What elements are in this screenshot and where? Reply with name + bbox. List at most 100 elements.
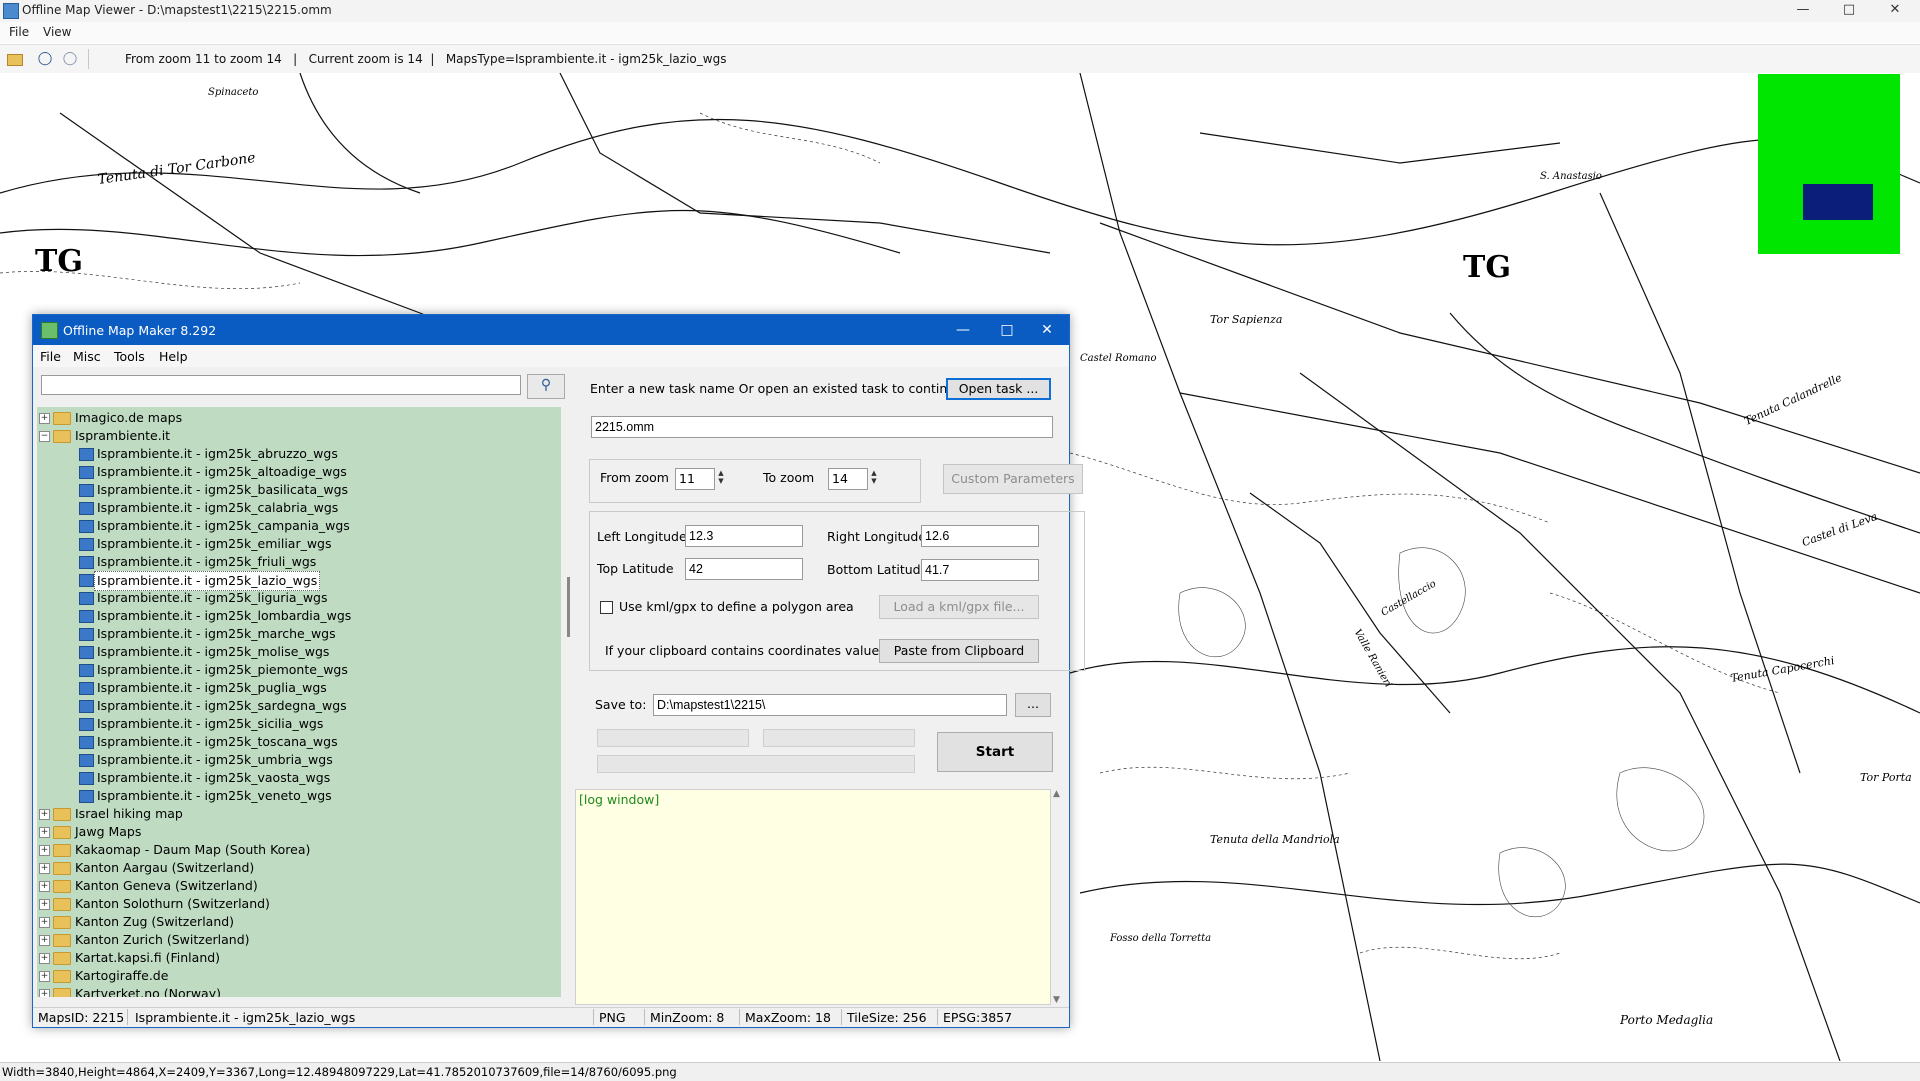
tree-folder[interactable]: + Israel hiking map bbox=[37, 805, 557, 823]
tree-map-item[interactable]: Isprambiente.it - igm25k_vaosta_wgs bbox=[37, 769, 557, 787]
tree-map-item[interactable]: Isprambiente.it - igm25k_lazio_wgs bbox=[37, 571, 557, 591]
maximize-icon[interactable]: □ bbox=[1826, 0, 1872, 22]
tree-folder[interactable]: + Kartverket.no (Norway) bbox=[37, 985, 557, 997]
menu-misc[interactable]: Misc bbox=[73, 349, 101, 364]
expand-icon[interactable]: + bbox=[39, 845, 50, 856]
expand-icon[interactable]: + bbox=[39, 863, 50, 874]
tree-map-item[interactable]: Isprambiente.it - igm25k_emiliar_wgs bbox=[37, 535, 557, 553]
tree-folder[interactable]: + Kartat.kapsi.fi (Finland) bbox=[37, 949, 557, 967]
tree-map-item[interactable]: Isprambiente.it - igm25k_basilicata_wgs bbox=[37, 481, 557, 499]
map-layer-icon bbox=[79, 628, 94, 641]
tree-map-item[interactable]: Isprambiente.it - igm25k_abruzzo_wgs bbox=[37, 445, 557, 463]
tree-map-item[interactable]: Isprambiente.it - igm25k_sicilia_wgs bbox=[37, 715, 557, 733]
tree-folder[interactable]: + Kanton Solothurn (Switzerland) bbox=[37, 895, 557, 913]
tree-map-item[interactable]: Isprambiente.it - igm25k_altoadige_wgs bbox=[37, 463, 557, 481]
status-maps-name: Isprambiente.it - igm25k_lazio_wgs bbox=[135, 1010, 356, 1025]
tree-folder[interactable]: + Kanton Geneva (Switzerland) bbox=[37, 877, 557, 895]
menu-file[interactable]: File bbox=[40, 349, 61, 364]
viewer-titlebar: Offline Map Viewer - D:\mapstest1\2215\2… bbox=[0, 0, 1920, 22]
dialog-titlebar[interactable]: Offline Map Maker 8.292 — □ ✕ bbox=[33, 315, 1069, 345]
tree-folder[interactable]: + Jawg Maps bbox=[37, 823, 557, 841]
expand-icon[interactable]: + bbox=[39, 809, 50, 820]
menu-tools[interactable]: Tools bbox=[114, 349, 145, 364]
tree-map-item[interactable]: Isprambiente.it - igm25k_lombardia_wgs bbox=[37, 607, 557, 625]
tree-item-label: Isprambiente.it - igm25k_emiliar_wgs bbox=[97, 536, 332, 551]
right-longitude-input[interactable] bbox=[921, 525, 1039, 547]
log-scrollbar[interactable]: ▲ ▼ bbox=[1051, 789, 1065, 1005]
tree-map-item[interactable]: Isprambiente.it - igm25k_piemonte_wgs bbox=[37, 661, 557, 679]
to-zoom-label: To zoom bbox=[763, 470, 815, 485]
close-icon[interactable]: ✕ bbox=[1872, 0, 1918, 22]
tree-folder[interactable]: + Kartogiraffe.de bbox=[37, 967, 557, 985]
tree-folder[interactable]: + Kanton Aargau (Switzerland) bbox=[37, 859, 557, 877]
save-path-input[interactable] bbox=[653, 694, 1007, 716]
use-kml-checkbox[interactable] bbox=[600, 601, 613, 614]
minimize-icon[interactable]: — bbox=[1780, 0, 1826, 22]
tree-map-item[interactable]: Isprambiente.it - igm25k_liguria_wgs bbox=[37, 589, 557, 607]
dialog-minimize-icon[interactable]: — bbox=[941, 315, 985, 345]
dialog-title: Offline Map Maker 8.292 bbox=[63, 323, 217, 338]
expand-icon[interactable]: + bbox=[39, 953, 50, 964]
collapse-icon[interactable]: − bbox=[39, 431, 50, 442]
tree-map-item[interactable]: Isprambiente.it - igm25k_umbria_wgs bbox=[37, 751, 557, 769]
tree-item-label: Isprambiente.it - igm25k_friuli_wgs bbox=[97, 554, 317, 569]
to-zoom-spinner[interactable]: 14 bbox=[828, 468, 868, 490]
search-button[interactable]: ⚲ bbox=[527, 374, 565, 399]
open-task-button[interactable]: Open task ... bbox=[946, 378, 1051, 400]
open-folder-icon[interactable] bbox=[5, 50, 23, 68]
tree-item-label: Isprambiente.it - igm25k_lazio_wgs bbox=[94, 571, 321, 591]
tree-folder[interactable]: − Isprambiente.it bbox=[37, 427, 557, 445]
tree-map-item[interactable]: Isprambiente.it - igm25k_veneto_wgs bbox=[37, 787, 557, 805]
expand-icon[interactable]: + bbox=[39, 881, 50, 892]
tree-scrollbar-thumb[interactable] bbox=[567, 577, 570, 637]
scroll-up-icon[interactable]: ▲ bbox=[1053, 789, 1060, 799]
tree-folder[interactable]: + Kanton Zurich (Switzerland) bbox=[37, 931, 557, 949]
tree-folder[interactable]: + Kanton Zug (Switzerland) bbox=[37, 913, 557, 931]
task-name-input[interactable] bbox=[591, 416, 1053, 438]
top-latitude-input[interactable] bbox=[685, 558, 803, 580]
tree-map-item[interactable]: Isprambiente.it - igm25k_calabria_wgs bbox=[37, 499, 557, 517]
expand-icon[interactable]: + bbox=[39, 989, 50, 997]
menu-help[interactable]: Help bbox=[159, 349, 188, 364]
log-window[interactable]: [log window] bbox=[575, 789, 1051, 1005]
map-layer-icon bbox=[79, 574, 94, 587]
map-source-tree[interactable]: + Imagico.de maps − Isprambiente.it Isprambi… bbox=[37, 407, 561, 997]
load-kml-button[interactable]: Load a kml/gpx file... bbox=[879, 595, 1039, 619]
search-input[interactable] bbox=[41, 375, 521, 395]
tree-folder[interactable]: + Kakaomap - Daum Map (South Korea) bbox=[37, 841, 557, 859]
expand-icon[interactable]: + bbox=[39, 827, 50, 838]
overview-viewport-rect[interactable] bbox=[1803, 184, 1873, 220]
overview-map[interactable] bbox=[1758, 74, 1900, 254]
expand-icon[interactable]: + bbox=[39, 899, 50, 910]
zoom-in-icon[interactable]: ◯ bbox=[61, 50, 79, 68]
dialog-close-icon[interactable]: ✕ bbox=[1025, 315, 1069, 345]
browse-save-button[interactable]: ... bbox=[1015, 693, 1051, 717]
left-longitude-input[interactable] bbox=[685, 525, 803, 547]
tree-scrollbar[interactable] bbox=[563, 407, 575, 997]
bottom-latitude-input[interactable] bbox=[921, 559, 1039, 581]
scroll-down-icon[interactable]: ▼ bbox=[1053, 995, 1060, 1005]
expand-icon[interactable]: + bbox=[39, 917, 50, 928]
to-zoom-spinner-arrows[interactable]: ▲ ▼ bbox=[868, 469, 880, 485]
expand-icon[interactable]: + bbox=[39, 935, 50, 946]
from-zoom-spinner[interactable]: 11 bbox=[675, 468, 715, 490]
custom-parameters-button[interactable]: Custom Parameters bbox=[943, 464, 1083, 494]
menu-view[interactable]: View bbox=[43, 25, 71, 39]
expand-icon[interactable]: + bbox=[39, 413, 50, 424]
tree-map-item[interactable]: Isprambiente.it - igm25k_molise_wgs bbox=[37, 643, 557, 661]
tree-map-item[interactable]: Isprambiente.it - igm25k_toscana_wgs bbox=[37, 733, 557, 751]
expand-icon[interactable]: + bbox=[39, 971, 50, 982]
from-zoom-spinner-arrows[interactable]: ▲ ▼ bbox=[715, 469, 727, 485]
paste-from-clipboard-button[interactable]: Paste from Clipboard bbox=[879, 639, 1039, 663]
tree-folder[interactable]: + Imagico.de maps bbox=[37, 409, 557, 427]
zoom-out-icon[interactable]: ◯ bbox=[36, 50, 54, 68]
use-kml-label[interactable]: Use kml/gpx to define a polygon area bbox=[619, 599, 854, 614]
menu-file[interactable]: File bbox=[9, 25, 29, 39]
start-button[interactable]: Start bbox=[937, 732, 1053, 772]
dialog-maximize-icon[interactable]: □ bbox=[985, 315, 1029, 345]
tree-map-item[interactable]: Isprambiente.it - igm25k_puglia_wgs bbox=[37, 679, 557, 697]
tree-map-item[interactable]: Isprambiente.it - igm25k_sardegna_wgs bbox=[37, 697, 557, 715]
tree-map-item[interactable]: Isprambiente.it - igm25k_marche_wgs bbox=[37, 625, 557, 643]
tree-map-item[interactable]: Isprambiente.it - igm25k_friuli_wgs bbox=[37, 553, 557, 571]
tree-map-item[interactable]: Isprambiente.it - igm25k_campania_wgs bbox=[37, 517, 557, 535]
